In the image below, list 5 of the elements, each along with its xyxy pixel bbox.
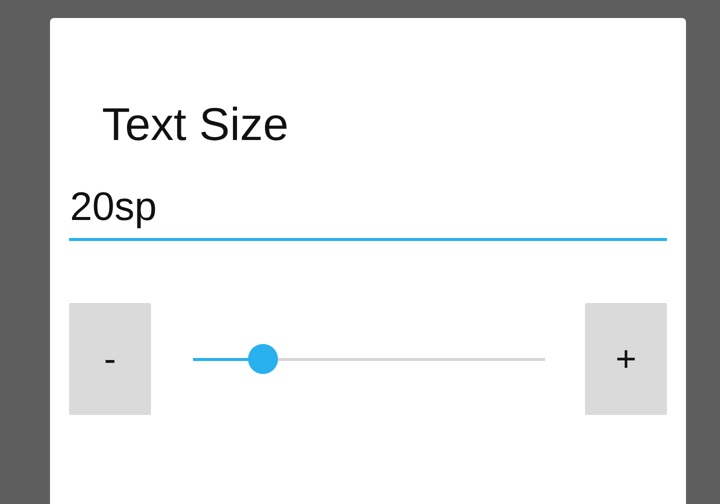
input-field[interactable]: 20sp	[69, 185, 667, 241]
slider[interactable]	[193, 344, 545, 374]
decrease-button[interactable]: -	[69, 303, 151, 415]
dialog-title: Text Size	[102, 97, 289, 152]
increase-button[interactable]: +	[585, 303, 667, 415]
